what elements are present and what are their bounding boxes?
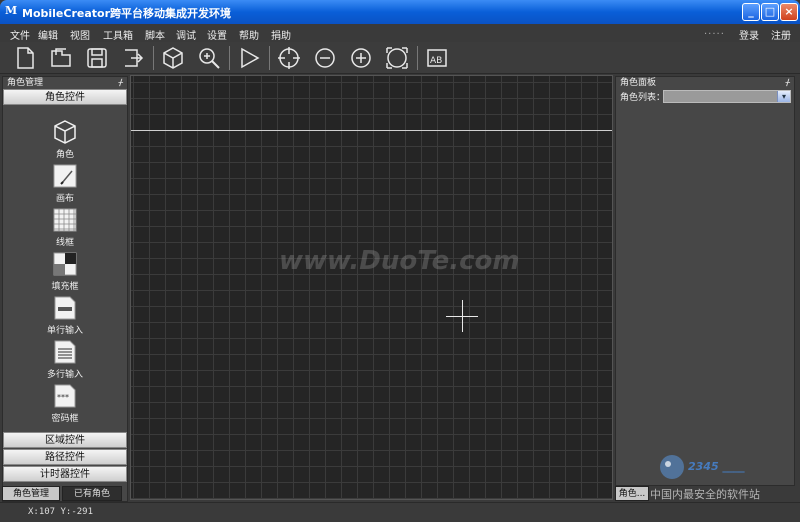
menu-bar: 文件 编辑 视图 工具箱 脚本 调试 设置 帮助 捐助 ..... 登录 注册: [0, 24, 800, 42]
fill-box-icon: [53, 252, 77, 276]
tool-character[interactable]: 角色: [3, 119, 127, 160]
close-button[interactable]: ×: [780, 3, 798, 21]
menu-view[interactable]: 视图: [70, 27, 90, 42]
tool-single-line-input[interactable]: 单行输入: [3, 295, 127, 336]
zoom-in-icon[interactable]: [348, 45, 374, 71]
panel-title-text: 角色面板: [620, 78, 657, 88]
window-title: MobileCreator跨平台移动集成开发环境: [22, 7, 231, 20]
status-bar: X:107 Y:-291: [0, 502, 800, 522]
panel-title-text: 角色管理: [7, 78, 44, 88]
tool-wireframe[interactable]: 线框: [3, 207, 127, 248]
tool-label: 填充框: [51, 282, 79, 292]
svg-text:***: ***: [57, 393, 69, 402]
tool-label: 单行输入: [46, 326, 83, 336]
section-path-controls[interactable]: 路径控件: [3, 449, 127, 465]
toolbar-separator: [229, 46, 230, 70]
maximize-button[interactable]: □: [761, 3, 779, 21]
left-panel-tabs: 角色管理 已有角色: [2, 486, 128, 501]
cursor-coordinates: X:107 Y:-291: [28, 507, 94, 517]
login-link[interactable]: 登录: [739, 27, 759, 42]
menu-toolbox[interactable]: 工具箱: [103, 27, 133, 42]
tool-label: 画布: [55, 194, 74, 204]
section-region-controls[interactable]: 区域控件: [3, 432, 127, 448]
tab-character-management[interactable]: 角色管理: [2, 486, 60, 501]
export-icon[interactable]: [120, 45, 146, 71]
svg-text:2345 ____: 2345 ____: [688, 460, 745, 473]
canvas-pen-icon: [53, 164, 77, 188]
single-line-input-icon: [54, 296, 76, 320]
zoom-icon[interactable]: [196, 45, 222, 71]
menu-help[interactable]: 帮助: [239, 27, 259, 42]
site-logo-watermark: 2345 ____: [660, 455, 745, 479]
box-icon[interactable]: [160, 45, 186, 71]
chevron-down-icon[interactable]: ▾: [777, 91, 790, 102]
register-link[interactable]: 注册: [771, 27, 791, 42]
tab-existing-characters[interactable]: 已有角色: [62, 486, 122, 501]
tool-label: 密码框: [51, 414, 79, 424]
tool-fill-box[interactable]: 填充框: [3, 251, 127, 292]
tool-multi-line-input[interactable]: 多行输入: [3, 339, 127, 380]
pin-icon[interactable]: ᚋ: [119, 77, 123, 89]
title-bar: M MobileCreator跨平台移动集成开发环境 _ □ ×: [0, 0, 800, 24]
tool-label: 多行输入: [46, 370, 83, 380]
crosshair-icon[interactable]: [276, 45, 302, 71]
canvas-watermark: www.DuoTe.com: [279, 246, 520, 276]
toolbar-separator: [269, 46, 270, 70]
character-panel: 角色面板 ᚋ 角色列表： ▾: [615, 76, 795, 486]
character-list-label: 角色列表：: [620, 93, 666, 103]
save-icon[interactable]: [84, 45, 110, 71]
cube-icon: [54, 120, 76, 144]
toolbar-separator: [417, 46, 418, 70]
menu-donate[interactable]: 捐助: [271, 27, 291, 42]
design-canvas[interactable]: www.DuoTe.com: [130, 75, 613, 500]
canvas-guide-line: [131, 130, 612, 131]
tool-canvas[interactable]: 画布: [3, 163, 127, 204]
app-logo-icon: M: [5, 4, 18, 17]
bottom-sections: 区域控件 路径控件 计时器控件: [3, 432, 127, 483]
menu-dots: .....: [704, 26, 725, 37]
zoom-out-icon[interactable]: [312, 45, 338, 71]
menu-settings[interactable]: 设置: [207, 27, 227, 42]
section-timer-controls[interactable]: 计时器控件: [3, 466, 127, 482]
menu-edit[interactable]: 编辑: [38, 27, 58, 42]
pin-icon[interactable]: ᚋ: [786, 77, 790, 89]
ab-icon[interactable]: AB: [424, 45, 450, 71]
svg-text:AB: AB: [430, 56, 442, 66]
menu-script[interactable]: 脚本: [145, 27, 165, 42]
menu-file[interactable]: 文件: [10, 27, 30, 42]
fit-screen-icon[interactable]: [384, 45, 410, 71]
panel-title: 角色管理 ᚋ: [3, 77, 127, 89]
tool-password-box[interactable]: *** 密码框: [3, 383, 127, 424]
grid-icon: [53, 208, 77, 232]
panel-title: 角色面板 ᚋ: [616, 77, 794, 89]
bottom-watermark: 中国内最安全的软件站: [650, 488, 760, 501]
minimize-button[interactable]: _: [742, 3, 760, 21]
open-folder-icon[interactable]: [48, 45, 74, 71]
multi-line-input-icon: [54, 340, 76, 364]
canvas-crosshair: [462, 300, 463, 332]
character-list-select[interactable]: ▾: [663, 90, 791, 103]
play-icon[interactable]: [236, 45, 262, 71]
menu-debug[interactable]: 调试: [176, 27, 196, 42]
password-box-icon: ***: [54, 384, 76, 408]
tool-label: 角色: [55, 150, 74, 160]
new-file-icon[interactable]: [12, 45, 38, 71]
character-management-panel: 角色管理 ᚋ 角色控件 角色 画布 线框 填充框 单行输入 多行输入 *** 密…: [2, 76, 128, 502]
toolbar: AB: [0, 42, 800, 74]
tab-character-panel[interactable]: 角色...: [615, 486, 649, 501]
toolbar-separator: [153, 46, 154, 70]
tool-list: 角色 画布 线框 填充框 单行输入 多行输入 *** 密码框: [3, 105, 127, 441]
tool-label: 线框: [55, 238, 74, 248]
section-character-controls[interactable]: 角色控件: [3, 89, 127, 105]
